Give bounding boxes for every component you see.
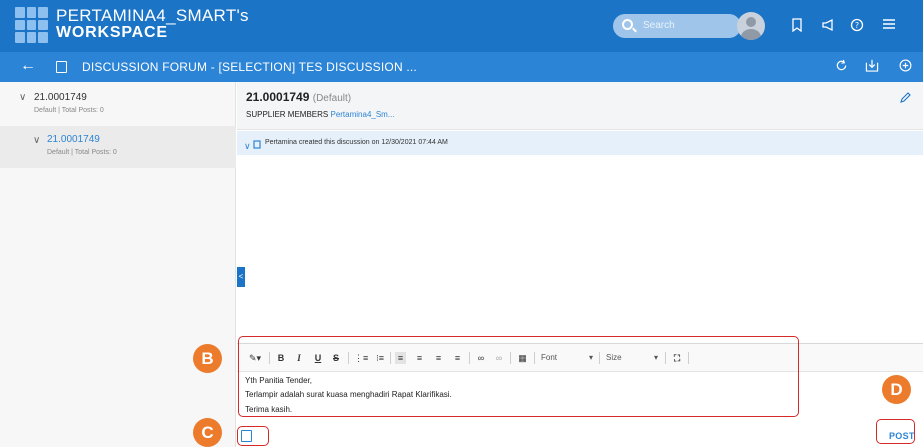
- brand-workspace: WORKSPACE: [56, 24, 168, 41]
- discussion-detail-header: 21.0001749 (Default) SUPPLIER MEMBERS Pe…: [237, 82, 923, 130]
- collapse-panel-tab[interactable]: <: [237, 267, 245, 287]
- tree-item[interactable]: ∨ 21.0001749 Default | Total Posts: 0: [0, 90, 236, 126]
- search-input[interactable]: Search: [613, 14, 741, 38]
- annotation-badge-d: D: [882, 375, 911, 404]
- app-logo-icon: [15, 7, 48, 43]
- page-subheader: ← DISCUSSION FORUM - [SELECTION] TES DIS…: [0, 52, 923, 82]
- discussion-tree-panel: ∨ 21.0001749 Default | Total Posts: 0 ∨ …: [0, 82, 236, 447]
- megaphone-icon[interactable]: [820, 18, 836, 34]
- discussion-title: 21.0001749 (Default): [246, 90, 351, 104]
- tree-item-label: 21.0001749: [34, 92, 87, 103]
- top-header: PERTAMINA4_SMART's WORKSPACE Search ?: [0, 0, 923, 52]
- editor-footer: POST: [237, 423, 923, 447]
- annotation-box-b: [238, 336, 799, 417]
- edit-pencil-icon[interactable]: [899, 92, 911, 104]
- annotation-box-c: [237, 426, 269, 446]
- log-text: Pertamina created this discussion on 12/…: [265, 139, 448, 146]
- search-placeholder: Search: [643, 20, 675, 31]
- discussion-id: 21.0001749: [246, 90, 310, 104]
- annotation-badge-b: B: [193, 344, 222, 373]
- refresh-icon[interactable]: [833, 59, 849, 75]
- export-icon[interactable]: [864, 59, 880, 75]
- chevron-down-icon[interactable]: ∨: [33, 135, 40, 146]
- discussion-log-entry: ∨ Pertamina created this discussion on 1…: [237, 131, 923, 155]
- annotation-badge-c: C: [193, 418, 222, 447]
- discussion-tag: (Default): [312, 93, 352, 104]
- brand-name: PERTAMINA4_SMART's: [56, 6, 249, 25]
- search-icon: [622, 19, 633, 30]
- bookmark-icon[interactable]: [789, 18, 805, 34]
- log-doc-icon: [253, 140, 261, 149]
- svg-text:?: ?: [855, 21, 859, 30]
- menu-icon[interactable]: [881, 18, 897, 34]
- page-title: DISCUSSION FORUM - [SELECTION] TES DISCU…: [82, 60, 417, 74]
- members-label: SUPPLIER MEMBERS: [246, 110, 329, 119]
- chevron-down-icon[interactable]: ∨: [244, 141, 251, 152]
- user-avatar[interactable]: [737, 12, 765, 40]
- members-link[interactable]: Pertamina4_Sm...: [330, 110, 394, 119]
- supplier-members: SUPPLIER MEMBERS Pertamina4_Sm...: [246, 110, 395, 119]
- tree-item-meta: Default | Total Posts: 0: [34, 107, 104, 114]
- discussion-doc-icon: [56, 61, 67, 73]
- chevron-down-icon[interactable]: ∨: [19, 92, 26, 103]
- help-icon[interactable]: ?: [849, 18, 865, 34]
- tree-item-meta: Default | Total Posts: 0: [47, 149, 117, 156]
- back-arrow-icon[interactable]: ←: [20, 58, 36, 74]
- tree-item-label: 21.0001749: [47, 134, 100, 145]
- workspace-brand: PERTAMINA4_SMART's WORKSPACE: [56, 7, 249, 41]
- annotation-box-d: [876, 419, 915, 444]
- tree-item-selected[interactable]: ∨ 21.0001749 Default | Total Posts: 0: [0, 126, 236, 168]
- add-icon[interactable]: [897, 59, 913, 75]
- app-window: PERTAMINA4_SMART's WORKSPACE Search ? ← …: [0, 0, 923, 447]
